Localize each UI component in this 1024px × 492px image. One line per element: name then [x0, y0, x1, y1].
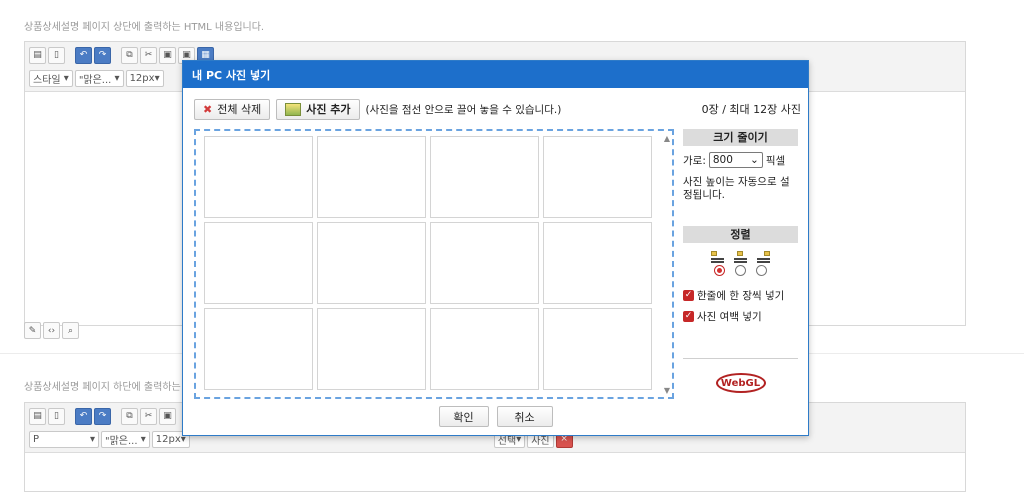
dialog-title: 내 PC 사진 넣기: [183, 61, 808, 88]
preview-icon[interactable]: ⌕: [62, 322, 79, 339]
cancel-button[interactable]: 취소: [496, 406, 553, 427]
photo-slot[interactable]: [430, 222, 539, 304]
photo-margin-checkbox[interactable]: ✓: [683, 311, 694, 322]
align-right-radio[interactable]: [756, 265, 767, 276]
code-icon[interactable]: ‹›: [43, 322, 60, 339]
one-per-row-label: 한줄에 한 장씩 넣기: [697, 290, 785, 302]
undo-icon[interactable]: ↶: [75, 407, 92, 425]
pixel-unit-label: 픽셀: [765, 154, 786, 167]
photo-slot[interactable]: [430, 136, 539, 218]
options-panel: 크기 줄이기 가로: 800 ⌄ 픽셀 사진 높이는 자동으로 설정됩니다. 정…: [683, 129, 798, 393]
paragraph-select-label: P: [33, 433, 40, 445]
photo-slot[interactable]: [204, 136, 313, 218]
size-select[interactable]: 12px ▾: [125, 69, 164, 87]
scroll-down-arrow-icon[interactable]: ▼: [664, 386, 670, 395]
add-photo-button[interactable]: 사진 추가: [276, 98, 360, 120]
ok-button[interactable]: 확인: [438, 406, 489, 427]
font-select[interactable]: "맑은... ▾: [74, 69, 124, 87]
undo-icon[interactable]: ↶: [75, 46, 92, 64]
chevron-down-icon: ⌄: [750, 154, 759, 166]
new-doc-icon[interactable]: ▯: [48, 407, 65, 425]
redo-icon[interactable]: ↷: [94, 46, 111, 64]
photo-slot[interactable]: [204, 222, 313, 304]
top-editor-mode-bar: ✎ ‹› ⌕: [24, 322, 79, 339]
photo-slot[interactable]: [430, 308, 539, 390]
top-editor-label: 상품상세설명 페이지 상단에 출력하는 HTML 내용입니다.: [24, 22, 265, 33]
align-icons: [683, 251, 798, 263]
delete-all-label: 전체 삭제: [217, 103, 262, 116]
align-center-icon: [734, 251, 747, 263]
photo-margin-option[interactable]: ✓ 사진 여백 넣기: [683, 309, 798, 324]
cut-icon[interactable]: ✂: [140, 46, 157, 64]
size-select-label: 12px: [129, 72, 155, 84]
print-icon[interactable]: ▤: [29, 407, 46, 425]
redo-icon[interactable]: ↷: [94, 407, 111, 425]
delete-all-button[interactable]: ✖ 전체 삭제: [194, 98, 271, 120]
dialog-action-row: ✖ 전체 삭제 사진 추가 (사진을 점선 안으로 끌어 놓을 수 있습니다.)…: [194, 98, 801, 120]
pencil-icon[interactable]: ✎: [24, 322, 41, 339]
align-radios: [683, 265, 798, 276]
panel-divider: [683, 358, 798, 359]
style-select-label: 스타일: [33, 74, 61, 86]
width-row: 가로: 800 ⌄ 픽셀: [683, 152, 798, 168]
resize-section-title: 크기 줄이기: [683, 129, 798, 146]
height-auto-note: 사진 높이는 자동으로 설정됩니다.: [683, 176, 790, 201]
photo-drop-zone[interactable]: ▲ ▼: [194, 129, 674, 399]
align-left-radio[interactable]: [714, 265, 725, 276]
bottom-editor-label: 상품상세설명 페이지 하단에 출력하는: [24, 382, 181, 393]
add-photo-label: 사진 추가: [306, 103, 351, 116]
photo-slot[interactable]: [317, 222, 426, 304]
copy-icon[interactable]: ⧉: [121, 46, 138, 64]
photo-slot[interactable]: [543, 308, 652, 390]
one-per-row-checkbox[interactable]: ✓: [683, 290, 694, 301]
font-select[interactable]: "맑은... ▾: [101, 430, 150, 448]
photo-slot[interactable]: [543, 136, 652, 218]
paragraph-select[interactable]: P ▾: [29, 430, 99, 448]
photo-upload-dialog: 내 PC 사진 넣기 ✖ 전체 삭제 사진 추가 (사진을 점선 안으로 끌어 …: [182, 60, 809, 436]
align-center-radio[interactable]: [735, 265, 746, 276]
dialog-footer: 확인 취소: [183, 406, 808, 427]
photo-grid: [204, 136, 655, 390]
add-image-icon: [285, 102, 302, 116]
photo-slot[interactable]: [317, 136, 426, 218]
one-per-row-option[interactable]: ✓ 한줄에 한 장씩 넣기: [683, 288, 798, 303]
align-section-title: 정렬: [683, 226, 798, 243]
size-select-label: 12px: [155, 433, 181, 445]
new-doc-icon[interactable]: ▯: [48, 46, 65, 64]
photo-count: 0장 / 최대 12장 사진: [701, 103, 801, 116]
font-select-label: "맑은...: [105, 435, 138, 447]
paste-icon[interactable]: ▣: [159, 407, 176, 425]
copy-icon[interactable]: ⧉: [121, 407, 138, 425]
webgl-logo: WebGL: [715, 373, 766, 393]
style-select[interactable]: 스타일 ▾: [29, 69, 73, 87]
delete-x-icon: ✖: [203, 102, 213, 116]
scroll-up-arrow-icon[interactable]: ▲: [664, 134, 670, 143]
width-select[interactable]: 800 ⌄: [708, 152, 763, 168]
photo-slot[interactable]: [543, 222, 652, 304]
align-left-icon: [711, 251, 724, 263]
cut-icon[interactable]: ✂: [140, 407, 157, 425]
align-right-icon: [757, 251, 770, 263]
photo-margin-label: 사진 여백 넣기: [697, 311, 762, 323]
width-label: 가로:: [683, 154, 706, 167]
photo-slot[interactable]: [317, 308, 426, 390]
paste-icon[interactable]: ▣: [159, 46, 176, 64]
drag-hint: (사진을 점선 안으로 끌어 놓을 수 있습니다.): [365, 103, 562, 116]
font-select-label: "맑은...: [78, 74, 112, 86]
width-value: 800: [712, 154, 733, 166]
print-icon[interactable]: ▤: [29, 46, 46, 64]
photo-slot[interactable]: [204, 308, 313, 390]
